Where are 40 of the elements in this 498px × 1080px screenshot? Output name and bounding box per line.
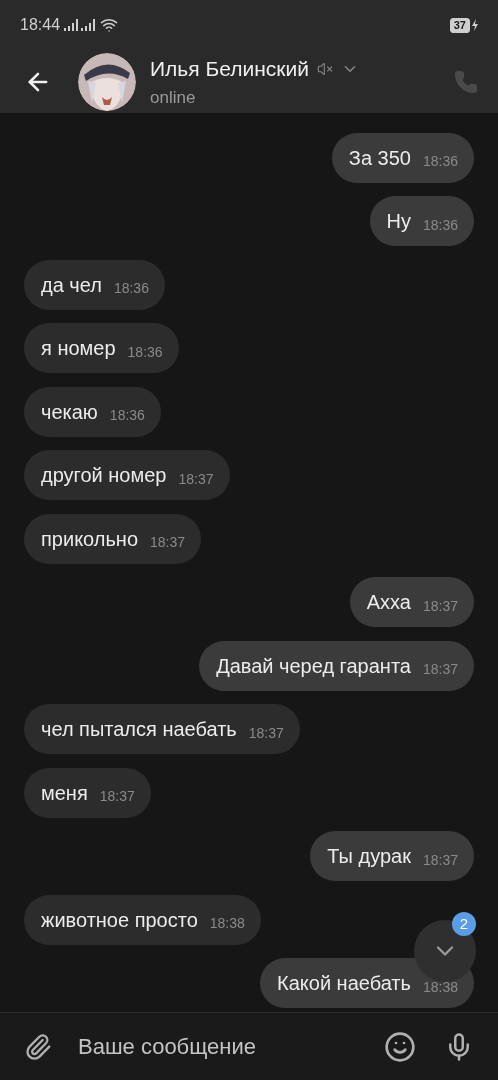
message-text: чел пытался наебать <box>41 717 237 742</box>
message-time: 18:37 <box>422 850 458 870</box>
contact-name: Илья Белинский <box>150 56 309 82</box>
message-text: я номер <box>41 336 116 361</box>
charging-icon <box>472 19 478 31</box>
message-text: другой номер <box>41 463 167 488</box>
signal-icon <box>64 19 97 31</box>
message-time: 18:37 <box>248 723 284 743</box>
contact-status: online <box>150 86 197 109</box>
emoji-button[interactable] <box>384 1030 416 1063</box>
message-text: прикольно <box>41 526 139 552</box>
message-time: 18:36 <box>109 406 145 425</box>
message-text: Ну <box>386 209 411 234</box>
message-time: 18:37 <box>178 469 214 489</box>
unread-badge: 2 <box>452 912 476 936</box>
message-text: Какой наебать <box>277 971 411 996</box>
message-time: 18:36 <box>113 279 149 298</box>
message-text: Ты дурак <box>327 844 411 869</box>
message-time: 18:37 <box>422 660 458 679</box>
message-text: Ахха <box>366 590 411 615</box>
message-time: 18:36 <box>127 342 163 362</box>
wifi-icon <box>100 16 119 34</box>
status-time: 18:44 <box>20 15 61 35</box>
message-time: 18:36 <box>422 152 458 171</box>
message-text: да чел <box>41 272 102 298</box>
message-composer[interactable]: Ваше сообщение <box>0 1012 498 1080</box>
message-time: 18:38 <box>422 977 458 997</box>
message-text: За 350 <box>348 145 411 171</box>
message-time: 18:37 <box>422 596 458 616</box>
attach-button[interactable] <box>24 1032 52 1061</box>
message-time: 18:38 <box>209 914 245 933</box>
message-time: 18:37 <box>99 787 135 806</box>
message-text: Давай черед гаранта <box>216 653 411 679</box>
message-text: чекаю <box>41 399 98 425</box>
message-time: 18:36 <box>422 215 458 235</box>
message-text: животное просто <box>41 907 198 933</box>
message-field[interactable]: Ваше сообщение <box>78 1021 384 1072</box>
battery-level: 37 <box>449 17 470 33</box>
message-text: меня <box>41 780 88 806</box>
message-time: 18:37 <box>150 533 186 552</box>
